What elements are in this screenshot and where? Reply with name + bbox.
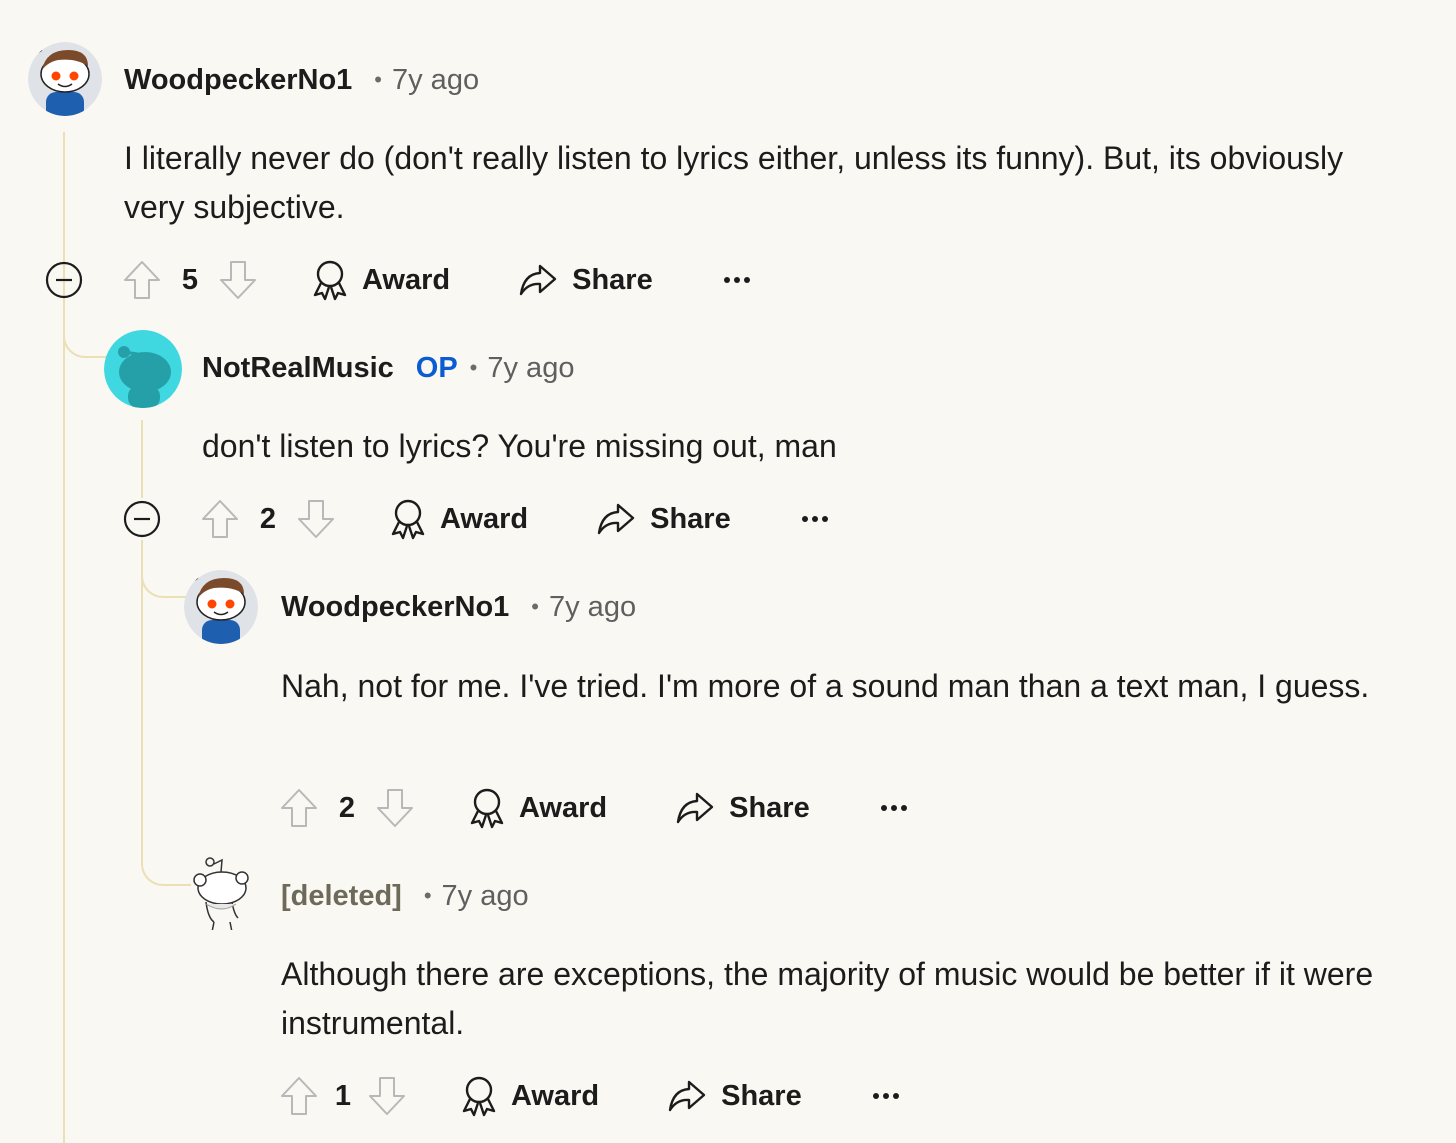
thread-elbow-notrealmusic (63, 300, 107, 358)
avatar[interactable] (104, 330, 182, 408)
author-name[interactable]: WoodpeckerNo1 (124, 64, 352, 97)
collapse-thread-button[interactable] (45, 261, 83, 299)
comment-time[interactable]: 7y ago (392, 64, 479, 97)
share-button[interactable]: Share (518, 260, 653, 300)
award-button[interactable]: Award (467, 787, 607, 829)
vote-score: 1 (334, 1079, 352, 1112)
award-label: Award (511, 1079, 600, 1112)
share-icon (668, 1080, 706, 1112)
downvote-button[interactable] (296, 498, 336, 540)
downvote-icon (369, 1077, 405, 1115)
comment-time[interactable]: 7y ago (487, 352, 574, 385)
downvote-button[interactable] (367, 1075, 407, 1117)
downvote-button[interactable] (218, 259, 258, 301)
snoo-avatar-icon (104, 330, 182, 408)
award-label: Award (440, 502, 529, 535)
thread-elbow-reply-1 (141, 540, 187, 598)
more-options-icon (880, 805, 907, 811)
downvote-icon (220, 261, 256, 299)
award-button[interactable]: Award (310, 259, 450, 301)
upvote-icon (281, 1077, 317, 1115)
separator-dot: • (423, 883, 432, 908)
more-options-button[interactable] (872, 1091, 900, 1101)
avatar[interactable] (184, 570, 258, 644)
comment-meta: NotRealMusic OP • 7y ago (202, 348, 574, 388)
upvote-button[interactable] (279, 1075, 319, 1117)
avatar[interactable] (188, 856, 262, 930)
separator-dot: • (469, 355, 478, 380)
comment-time[interactable]: 7y ago (549, 591, 636, 624)
share-button[interactable]: Share (675, 788, 810, 828)
more-options-icon (801, 516, 828, 522)
collapse-thread-button[interactable] (123, 500, 161, 538)
author-name[interactable]: NotRealMusic (202, 352, 394, 385)
separator-dot: • (374, 67, 382, 92)
downvote-button[interactable] (375, 787, 415, 829)
author-name[interactable]: WoodpeckerNo1 (281, 591, 509, 624)
award-label: Award (362, 263, 451, 296)
comment-body: Nah, not for me. I've tried. I'm more of… (281, 668, 1370, 704)
comment-meta: WoodpeckerNo1 • 7y ago (281, 587, 636, 627)
downvote-icon (377, 789, 413, 827)
snoo-avatar-icon (184, 570, 258, 644)
share-icon (676, 792, 714, 824)
comment-body: Although there are exceptions, the major… (281, 956, 1374, 1041)
upvote-button[interactable] (200, 498, 240, 540)
award-button[interactable]: Award (388, 498, 528, 540)
award-label: Award (519, 791, 608, 824)
comment-meta: WoodpeckerNo1 • 7y ago (124, 60, 479, 100)
share-icon (597, 503, 635, 535)
upvote-icon (124, 261, 160, 299)
share-label: Share (572, 263, 653, 296)
comment-time[interactable]: 7y ago (442, 880, 529, 913)
comment-body: I literally never do (don't really liste… (124, 140, 1344, 225)
more-options-button[interactable] (801, 514, 829, 524)
share-button[interactable]: Share (667, 1076, 802, 1116)
collapse-icon (123, 500, 161, 538)
vote-score: 2 (259, 502, 277, 535)
award-icon (470, 788, 504, 829)
author-name: [deleted] (281, 879, 402, 912)
award-button[interactable]: Award (459, 1075, 599, 1117)
upvote-icon (281, 789, 317, 827)
more-options-icon (723, 277, 750, 283)
award-icon (391, 499, 425, 540)
comment-actions: 2 Award Share (200, 494, 829, 544)
comment-body: don't listen to lyrics? You're missing o… (202, 428, 837, 464)
upvote-button[interactable] (279, 787, 319, 829)
comment-meta: [deleted] • 7y ago (281, 876, 529, 916)
share-button[interactable]: Share (596, 499, 731, 539)
more-options-button[interactable] (880, 803, 908, 813)
collapse-icon (45, 261, 83, 299)
share-label: Share (650, 502, 731, 535)
snoo-avatar-deleted-icon (193, 857, 249, 930)
upvote-icon (202, 500, 238, 538)
comment-actions: 2 Award Share (279, 783, 908, 833)
thread-elbow-reply-2 (141, 830, 191, 886)
share-label: Share (721, 1079, 802, 1112)
comment-actions: 1 Award Share (279, 1071, 900, 1121)
more-options-button[interactable] (723, 275, 751, 285)
award-icon (462, 1076, 496, 1117)
share-label: Share (729, 791, 810, 824)
more-options-icon (872, 1093, 899, 1099)
award-icon (313, 260, 347, 301)
thread-line-notrealmusic[interactable] (141, 420, 143, 498)
share-icon (519, 264, 557, 296)
op-badge: OP (415, 351, 458, 384)
snoo-avatar-icon (28, 42, 102, 116)
comment-actions: 5 Award Share (122, 255, 751, 305)
upvote-button[interactable] (122, 259, 162, 301)
vote-score: 5 (181, 263, 199, 296)
downvote-icon (298, 500, 334, 538)
vote-score: 2 (338, 791, 356, 824)
avatar[interactable] (28, 42, 102, 116)
separator-dot: • (531, 594, 539, 619)
